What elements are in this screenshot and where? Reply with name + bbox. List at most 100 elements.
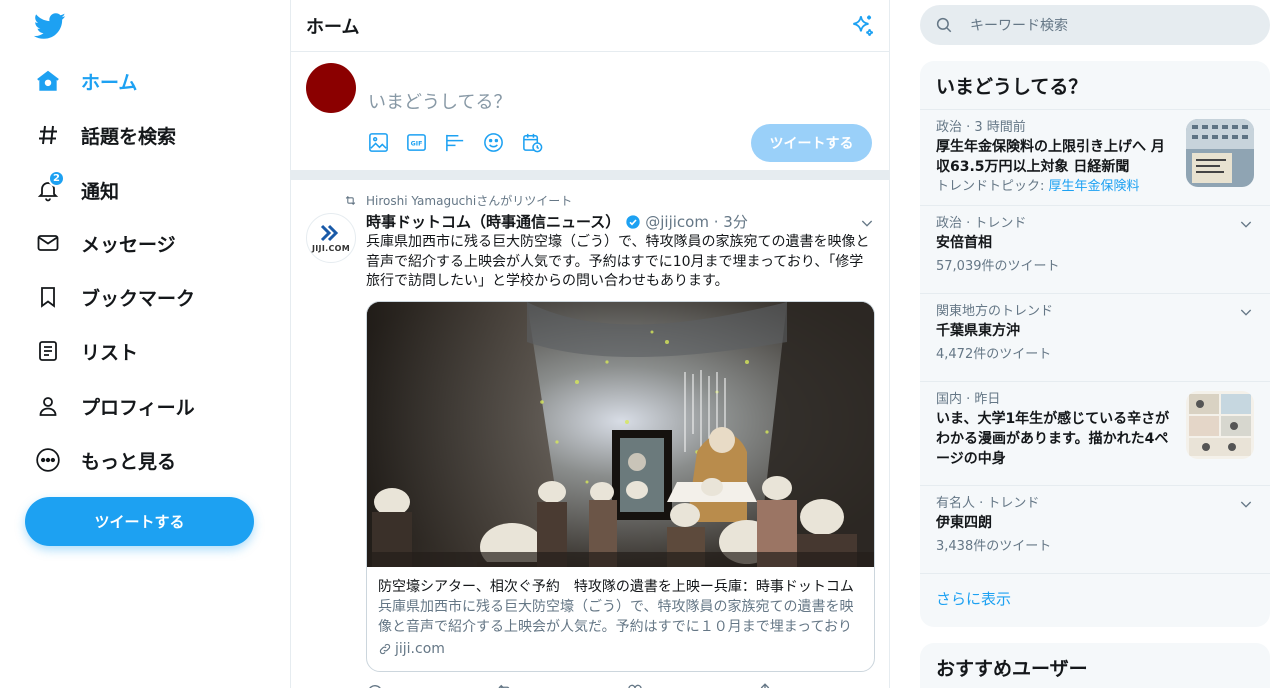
- card-image: [367, 302, 874, 567]
- trend-context: 有名人 · トレンド: [936, 496, 1040, 511]
- trends-title: いまどうしてる？: [920, 61, 1270, 110]
- chevron-down-icon[interactable]: [1238, 304, 1254, 320]
- compose-input[interactable]: いまどうしてる？: [368, 88, 511, 114]
- tweet-author-avatar[interactable]: JIJI.COM: [306, 213, 356, 263]
- trend-count: 4,472件のツイート: [936, 347, 1052, 362]
- gif-icon[interactable]: GIF: [405, 131, 428, 154]
- poll-icon[interactable]: [444, 131, 467, 154]
- nav-item-notifications[interactable]: 2 通知: [34, 170, 119, 210]
- twitter-logo-icon[interactable]: [34, 10, 66, 42]
- trend-item[interactable]: 関東地方のトレンド 千葉県東方沖 4,472件のツイート: [920, 294, 1270, 382]
- trend-context: 政治 · 3 時間前: [936, 120, 1026, 135]
- nav-label-bookmarks: ブックマーク: [81, 287, 196, 310]
- nav-item-home[interactable]: ホーム: [34, 61, 137, 101]
- nav-label-notifications: 通知: [81, 180, 120, 203]
- reply-icon[interactable]: [366, 682, 384, 688]
- bunker-theater-photo: [367, 302, 874, 567]
- search-icon: [936, 17, 952, 33]
- trend-thumbnail: [1186, 391, 1254, 459]
- retweet-context: Hiroshi Yamaguchiさんがリツイート: [344, 192, 572, 209]
- card-description: 兵庫県加西市に残る巨大防空壕（ごう）で、特攻隊員の家族宛ての遺書を映像と音声で紹…: [378, 599, 854, 635]
- nav-item-lists[interactable]: リスト: [34, 331, 138, 371]
- schedule-icon[interactable]: [521, 131, 544, 154]
- trend-context: 政治 · トレンド: [936, 216, 1027, 231]
- trends-panel: いまどうしてる？ 政治 · 3 時間前 厚生年金保険料の上限引き上げへ 月収63…: [920, 61, 1270, 627]
- twitter-app: ホーム 話題を検索 2 通知 メッセージ ブックマーク リスト プロフィール も…: [0, 0, 1287, 688]
- who-to-follow-title: おすすめユーザー: [936, 658, 1088, 680]
- tweet-actions: [366, 682, 774, 688]
- chevron-down-icon[interactable]: [1238, 496, 1254, 512]
- timeline: ホーム いまどうしてる？ GIF ツイートする Hiroshi Yamaguch…: [290, 0, 890, 688]
- nav-label-home: ホーム: [81, 71, 138, 94]
- nav-label-explore: 話題を検索: [81, 125, 177, 148]
- tweet-text: 兵庫県加西市に残る巨大防空壕（ごう）で、特攻隊員の家族宛ての遺書を映像と音声で紹…: [366, 234, 870, 289]
- left-nav: ホーム 話題を検索 2 通知 メッセージ ブックマーク リスト プロフィール も…: [0, 0, 290, 688]
- chevron-down-icon[interactable]: [859, 215, 875, 231]
- trend-count: 3,438件のツイート: [936, 539, 1052, 554]
- trend-topic-prefix: トレンドトピック:: [936, 179, 1049, 194]
- nav-item-bookmarks[interactable]: ブックマーク: [34, 277, 195, 317]
- emoji-icon[interactable]: [482, 131, 505, 154]
- timeline-header: ホーム: [291, 0, 889, 52]
- search-placeholder: キーワード検索: [970, 18, 1068, 34]
- bookmark-icon: [34, 283, 62, 311]
- card-domain: jiji.com: [378, 639, 863, 659]
- trend-thumbnail: [1186, 119, 1254, 187]
- trend-item[interactable]: 国内 · 昨日 いま、大学1年生が感じている辛さがわかる漫画があります。描かれた…: [920, 382, 1270, 486]
- jiji-logo-icon: [320, 224, 339, 241]
- person-icon: [34, 392, 62, 420]
- sparkle-icon[interactable]: [849, 13, 875, 39]
- nav-label-lists: リスト: [81, 341, 139, 364]
- who-to-follow-panel: おすすめユーザー: [920, 643, 1270, 688]
- retweeted-by-text: Hiroshi Yamaguchiさんがリツイート: [366, 194, 573, 208]
- trend-item[interactable]: 有名人 · トレンド 伊東四朗 3,438件のツイート: [920, 486, 1270, 574]
- nav-item-profile[interactable]: プロフィール: [34, 386, 195, 426]
- right-sidebar: キーワード検索 いまどうしてる？ 政治 · 3 時間前 厚生年金保険料の上限引き…: [920, 0, 1270, 688]
- trend-name: 厚生年金保険料の上限引き上げへ 月収63.5万円以上対象 日経新聞: [936, 139, 1165, 175]
- chevron-down-icon[interactable]: [1238, 216, 1254, 232]
- retweet-icon: [345, 195, 356, 206]
- avatar-text: JIJI.COM: [312, 243, 350, 253]
- search-input[interactable]: キーワード検索: [920, 5, 1270, 45]
- tweet-button[interactable]: ツイートする: [25, 497, 254, 546]
- bell-icon: 2: [34, 170, 65, 204]
- share-icon[interactable]: [756, 682, 774, 688]
- trend-name: 安倍首相: [936, 235, 992, 251]
- nav-item-more[interactable]: もっと見る: [34, 440, 176, 480]
- tweet-author-name[interactable]: 時事ドットコム（時事通信ニュース）: [366, 211, 620, 232]
- like-icon[interactable]: [626, 682, 644, 688]
- trend-name: 伊東四朗: [936, 515, 992, 531]
- tweet-handle-time[interactable]: @jijicom · 3分: [645, 211, 748, 232]
- nav-item-explore[interactable]: 話題を検索: [34, 115, 176, 155]
- trend-item[interactable]: 政治 · 3 時間前 厚生年金保険料の上限引き上げへ 月収63.5万円以上対象 …: [920, 110, 1270, 206]
- nav-label-more: もっと見る: [81, 450, 177, 473]
- retweet-action-icon[interactable]: [496, 682, 514, 688]
- nav-label-messages: メッセージ: [81, 233, 176, 256]
- trend-name: 千葉県東方沖: [936, 323, 1020, 339]
- compose-tweet-button[interactable]: ツイートする: [751, 124, 872, 162]
- link-icon: [379, 643, 391, 655]
- envelope-icon: [34, 229, 62, 257]
- page-title: ホーム: [306, 16, 360, 38]
- card-meta: 防空壕シアター、相次ぐ予約 特攻隊の遺書を上映ー兵庫：時事ドットコム 兵庫県加西…: [367, 567, 874, 669]
- trend-topic-link[interactable]: 厚生年金保険料: [1049, 179, 1140, 194]
- hashtag-icon: [34, 121, 62, 149]
- trend-context: 関東地方のトレンド: [936, 304, 1054, 319]
- trend-topic: トレンドトピック: 厚生年金保険料: [936, 177, 1170, 197]
- tweet-composer: いまどうしてる？ GIF ツイートする: [291, 52, 889, 180]
- verified-badge-icon: [626, 214, 640, 229]
- card-title: 防空壕シアター、相次ぐ予約 特攻隊の遺書を上映ー兵庫：時事ドットコム: [378, 579, 854, 595]
- show-more-link[interactable]: さらに表示: [920, 574, 1270, 623]
- trend-item[interactable]: 政治 · トレンド 安倍首相 57,039件のツイート: [920, 206, 1270, 294]
- card-domain-text: jiji.com: [395, 641, 445, 657]
- notification-badge: 2: [48, 170, 65, 187]
- list-icon: [34, 337, 62, 365]
- trend-count: 57,039件のツイート: [936, 259, 1060, 274]
- link-card[interactable]: 防空壕シアター、相次ぐ予約 特攻隊の遺書を上映ー兵庫：時事ドットコム 兵庫県加西…: [366, 301, 875, 672]
- more-circle-icon: [34, 446, 62, 474]
- trend-name: いま、大学1年生が感じている辛さがわかる漫画があります。描かれた4ページの中身: [936, 411, 1170, 467]
- avatar[interactable]: [306, 63, 356, 113]
- image-icon[interactable]: [367, 131, 390, 154]
- trend-context: 国内 · 昨日: [936, 392, 1001, 407]
- nav-item-messages[interactable]: メッセージ: [34, 223, 176, 263]
